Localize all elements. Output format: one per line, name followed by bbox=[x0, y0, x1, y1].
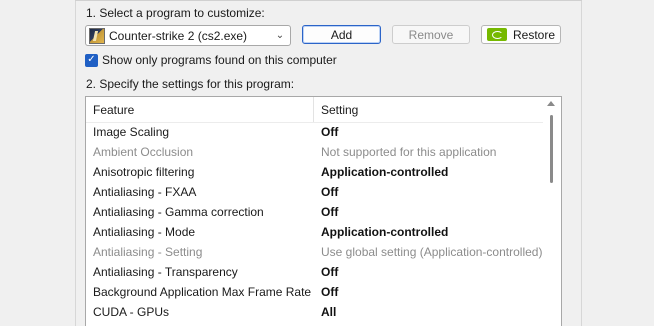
chevron-down-icon[interactable]: ⌄ bbox=[270, 26, 290, 45]
feature-cell: Image Scaling bbox=[93, 125, 170, 139]
feature-cell: Antialiasing - Setting bbox=[93, 245, 203, 259]
restore-button-label: Restore bbox=[512, 27, 556, 42]
feature-cell: Anisotropic filtering bbox=[93, 165, 195, 179]
setting-cell[interactable]: Application-controlled bbox=[314, 165, 543, 179]
table-row[interactable]: Antialiasing - Gamma correction Off bbox=[86, 202, 543, 222]
setting-cell[interactable]: Off bbox=[314, 205, 543, 219]
restore-button[interactable]: Restore bbox=[481, 25, 561, 44]
column-header-setting[interactable]: Setting bbox=[314, 97, 543, 122]
show-only-found-programs-checkbox[interactable]: ✓ bbox=[85, 53, 98, 67]
setting-cell: Use global setting (Application-controll… bbox=[321, 245, 543, 259]
settings-table: Feature Setting Image Scaling Off Ambient … bbox=[85, 96, 562, 326]
setting-cell: Not supported for this application bbox=[321, 145, 497, 159]
step1-label: 1. Select a program to customize: bbox=[86, 6, 265, 20]
feature-cell: Antialiasing - Mode bbox=[93, 225, 196, 239]
table-row[interactable]: CUDA - GPUs All bbox=[86, 302, 543, 322]
settings-table-body: Image Scaling Off Ambient Occlusion Not sup… bbox=[86, 122, 543, 322]
table-row[interactable]: Antialiasing - Mode Application-controlle… bbox=[86, 222, 543, 242]
feature-cell: CUDA - GPUs bbox=[93, 305, 170, 319]
feature-cell: Antialiasing - Gamma correction bbox=[93, 205, 264, 219]
add-button[interactable]: Add bbox=[302, 25, 381, 44]
settings-table-header: Feature Setting bbox=[86, 97, 543, 123]
program-dropdown[interactable]: Counter-strike 2 (cs2.exe) ⌄ bbox=[85, 25, 291, 46]
table-row[interactable]: Antialiasing - Setting Use global setting… bbox=[86, 242, 543, 262]
table-row[interactable]: Antialiasing - FXAA Off bbox=[86, 182, 543, 202]
table-row[interactable]: Antialiasing - Transparency Off bbox=[86, 262, 543, 282]
feature-cell: Ambient Occlusion bbox=[93, 145, 194, 159]
table-row[interactable]: Ambient Occlusion Not supported for this … bbox=[86, 142, 543, 162]
column-header-feature[interactable]: Feature bbox=[86, 97, 314, 122]
feature-cell: Antialiasing - FXAA bbox=[93, 185, 197, 199]
step2-label: 2. Specify the settings for this program… bbox=[86, 77, 295, 91]
setting-cell[interactable]: Off bbox=[314, 125, 543, 139]
scrollbar-thumb[interactable] bbox=[550, 115, 553, 183]
program-dropdown-value: Counter-strike 2 (cs2.exe) bbox=[109, 28, 248, 43]
show-only-found-programs-label: Show only programs found on this compute… bbox=[102, 53, 337, 67]
show-only-found-programs-option[interactable]: ✓ Show only programs found on this compu… bbox=[85, 53, 337, 67]
setting-cell[interactable]: Off bbox=[314, 285, 543, 299]
setting-cell[interactable]: Application-controlled bbox=[314, 225, 543, 239]
table-row[interactable]: Background Application Max Frame Rate Off bbox=[86, 282, 543, 302]
panel-top-border bbox=[75, 0, 582, 1]
vertical-scrollbar[interactable] bbox=[543, 97, 561, 326]
table-row[interactable]: Anisotropic filtering Application-control… bbox=[86, 162, 543, 182]
scroll-up-arrow-icon[interactable] bbox=[547, 101, 555, 106]
cs2-app-icon bbox=[89, 27, 105, 44]
setting-cell[interactable]: All bbox=[314, 305, 543, 319]
table-row[interactable]: Image Scaling Off bbox=[86, 122, 543, 142]
remove-button[interactable]: Remove bbox=[392, 25, 470, 44]
setting-cell[interactable]: Off bbox=[314, 185, 543, 199]
setting-cell[interactable]: Off bbox=[314, 265, 543, 279]
feature-cell: Background Application Max Frame Rate bbox=[93, 285, 312, 299]
nvidia-logo-icon bbox=[486, 28, 507, 41]
feature-cell: Antialiasing - Transparency bbox=[93, 265, 238, 279]
